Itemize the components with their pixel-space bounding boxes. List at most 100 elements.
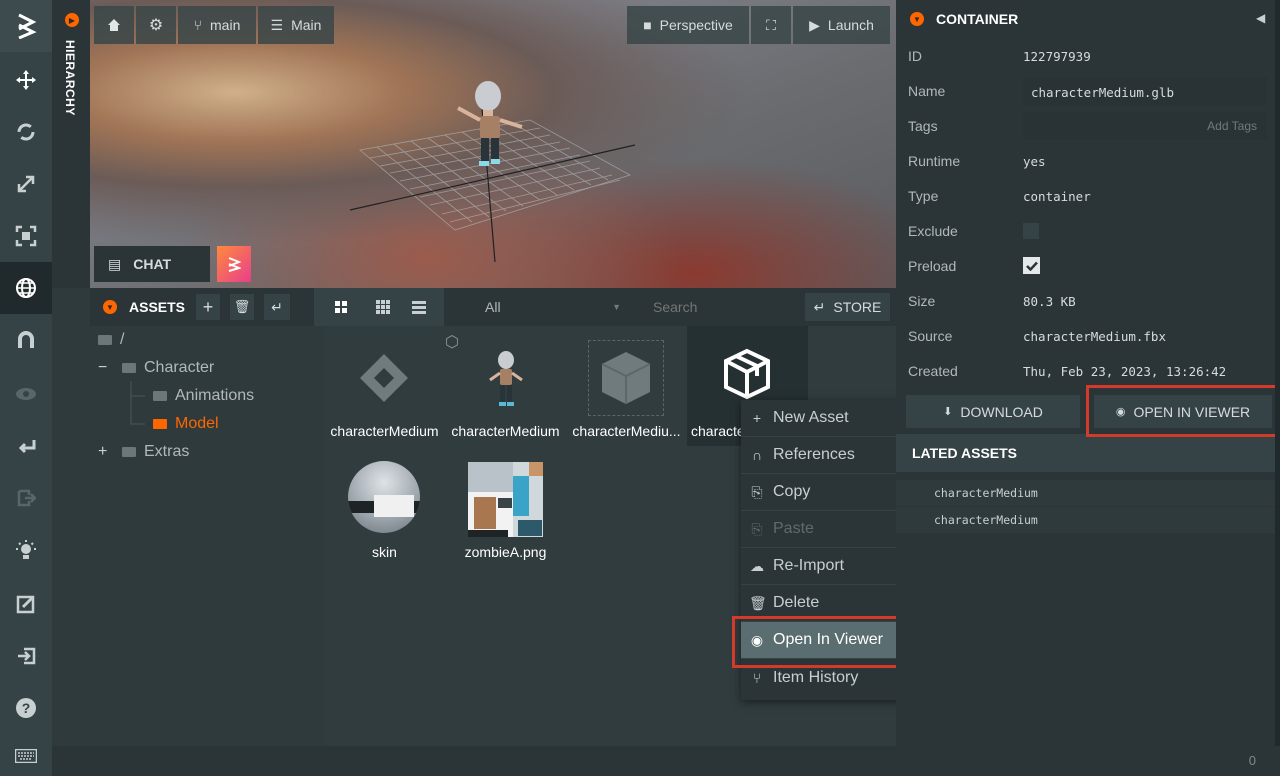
inspector-header: ▼ CONTAINER ◀ <box>896 0 1280 38</box>
related-asset-row[interactable]: characterMedium <box>896 507 1280 533</box>
light-icon[interactable] <box>0 524 52 576</box>
asset-label: characterMediu... <box>572 423 681 439</box>
download-button[interactable]: ⬇ DOWNLOAD <box>906 395 1080 428</box>
asset-tile[interactable]: zombieA.png <box>445 447 566 567</box>
menu-item-label: Item History <box>773 668 859 686</box>
character-thumbnail <box>489 351 523 406</box>
assets-title: ASSETS <box>129 299 186 315</box>
inspector-title: CONTAINER <box>936 11 1019 27</box>
size-value: 80.3 KB <box>1023 294 1076 309</box>
plus-icon: + <box>752 410 762 426</box>
download-icon: ⬇ <box>943 406 953 418</box>
add-asset-button[interactable]: + <box>196 294 220 320</box>
inspector-panel: ▼ CONTAINER ◀ ID 122797939 Name characte… <box>896 0 1280 746</box>
asset-tile[interactable]: skin <box>324 447 445 567</box>
branch-button[interactable]: ⑂ main <box>178 6 256 44</box>
type-filter-select[interactable]: All ▼ <box>475 288 635 326</box>
menu-item-label: Re-Import <box>773 557 845 574</box>
magnet-icon: ∩ <box>751 447 763 463</box>
grid-large-icon[interactable] <box>334 300 348 319</box>
settings-button[interactable]: ⚙ <box>136 6 176 44</box>
user-avatar[interactable] <box>217 246 251 282</box>
back-button[interactable]: ↵ <box>264 294 290 320</box>
runtime-value: yes <box>1023 154 1046 169</box>
help-icon[interactable]: ? <box>0 682 52 734</box>
menu-item-label: Delete <box>773 594 820 611</box>
launch-label: Launch <box>827 17 874 33</box>
import-icon[interactable] <box>0 630 52 682</box>
expand-icon: ⛶ <box>766 16 776 33</box>
hierarchy-panel[interactable]: ▶ HIERARCHY <box>52 0 90 288</box>
asset-label: characterMedium <box>451 423 560 439</box>
viewport[interactable]: ⚙ ⑂ main ☰ Main ■ Perspective ⛶ ▶ Launch… <box>90 0 896 288</box>
list-view-icon[interactable] <box>412 300 426 319</box>
export-icon[interactable] <box>0 472 52 524</box>
status-bar: 0 <box>52 746 1280 776</box>
focus-button[interactable]: ⛶ <box>751 6 791 44</box>
asset-tile[interactable]: characterMediu... <box>566 326 687 446</box>
delete-asset-button[interactable]: 🗑 <box>230 294 254 320</box>
world-icon[interactable] <box>0 262 52 314</box>
tags-label: Tags <box>908 118 938 134</box>
assets-header: ▼ ASSETS + 🗑 ↵ All ▼ ↵ STORE <box>90 288 896 326</box>
collapse-arrow-icon[interactable]: ◀ <box>1256 11 1265 25</box>
created-label: Created <box>908 363 958 379</box>
source-value: characterMedium.fbx <box>1023 329 1166 344</box>
keyboard-icon[interactable] <box>0 736 52 776</box>
related-assets-header: LATED ASSETS <box>896 434 1280 472</box>
chat-button[interactable]: ▤ CHAT <box>94 246 210 282</box>
type-label: Type <box>908 188 939 204</box>
left-toolbar: ? <box>0 0 52 776</box>
list-icon: ☰ <box>270 16 284 33</box>
tags-field[interactable]: Add Tags <box>1023 112 1267 140</box>
material-thumbnail <box>348 461 420 533</box>
launch-button[interactable]: ▶ Launch <box>793 6 890 44</box>
related-asset-label: characterMedium <box>934 486 1038 500</box>
store-button[interactable]: ↵ STORE <box>805 293 890 321</box>
camera-button[interactable]: ■ Perspective <box>627 6 749 44</box>
view-mode-group <box>314 288 444 326</box>
asset-label: characterMedium <box>330 423 439 439</box>
collapse-icon[interactable]: ▶ <box>65 13 79 27</box>
character-model <box>457 81 523 166</box>
logo-icon[interactable] <box>0 0 52 52</box>
hierarchy-label: HIERARCHY <box>63 40 77 116</box>
exclude-label: Exclude <box>908 223 958 239</box>
grid-small-icon[interactable] <box>376 300 390 319</box>
source-label: Source <box>908 328 953 344</box>
store-icon: ↵ <box>813 298 826 315</box>
hexagon-icon: ⬡ <box>445 334 459 351</box>
download-label: DOWNLOAD <box>960 403 1043 420</box>
magnet-icon[interactable] <box>0 314 52 366</box>
scale-icon[interactable] <box>0 158 52 210</box>
edit-icon[interactable] <box>0 578 52 630</box>
name-field[interactable]: characterMedium.glb <box>1023 77 1267 105</box>
trash-icon: 🗑 <box>233 299 251 314</box>
return-icon: ↵ <box>271 298 283 315</box>
bake-icon[interactable] <box>0 420 52 472</box>
cube-icon <box>601 352 651 404</box>
related-assets-title: LATED ASSETS <box>912 445 1018 461</box>
related-asset-row[interactable]: characterMedium <box>896 480 1280 506</box>
preload-checkbox[interactable] <box>1023 257 1040 274</box>
asset-tile[interactable]: ⬡ characterMedium <box>445 326 566 446</box>
scene-button[interactable]: ☰ Main <box>258 6 334 44</box>
exclude-checkbox[interactable] <box>1023 223 1039 239</box>
eye-icon[interactable] <box>0 368 52 420</box>
rotate-icon[interactable] <box>0 106 52 158</box>
box-icon <box>724 348 770 400</box>
container-icon <box>360 354 408 402</box>
highlight-box <box>1086 385 1278 437</box>
name-value: characterMedium.glb <box>1031 85 1174 100</box>
svg-text:?: ? <box>22 700 31 716</box>
move-icon[interactable] <box>0 54 52 106</box>
home-button[interactable] <box>94 6 134 44</box>
collapse-icon[interactable]: ▼ <box>910 12 924 26</box>
collapse-icon[interactable]: ▼ <box>103 300 117 314</box>
trash-icon: 🗑 <box>749 594 767 611</box>
texture-thumbnail <box>468 462 543 537</box>
asset-tile[interactable]: characterMedium <box>324 326 445 446</box>
resize-icon[interactable] <box>0 210 52 262</box>
scrollbar[interactable] <box>1275 0 1280 746</box>
search-input[interactable] <box>643 294 793 320</box>
